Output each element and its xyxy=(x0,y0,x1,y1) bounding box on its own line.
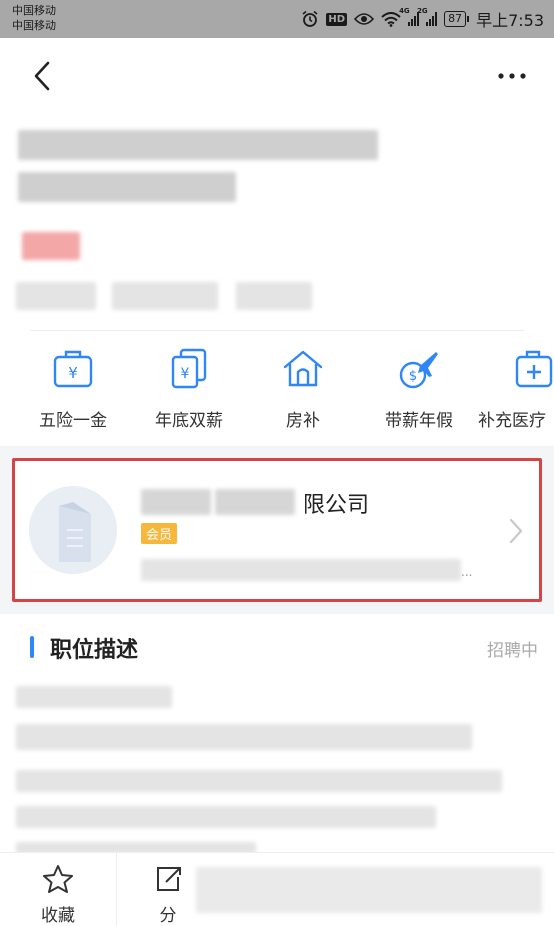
benefits-row: ¥ 五险一金 ¥ 年底双薪 房补 $ 带薪年假 补充医疗 xyxy=(0,346,554,436)
house-icon xyxy=(248,346,358,392)
company-card[interactable]: 限公司 会员 ... xyxy=(12,458,542,602)
carrier-2: 中国移动 xyxy=(12,19,56,32)
redacted-company-middle xyxy=(215,489,295,515)
benefit-item: ¥ 五险一金 xyxy=(18,346,128,436)
battery-icon: 87 xyxy=(444,11,470,27)
carrier-1: 中国移动 xyxy=(12,4,56,17)
bottom-divider xyxy=(116,853,117,926)
airplane-coin-icon: $ xyxy=(364,346,474,392)
redacted-bottom-actions xyxy=(196,867,542,913)
header-divider xyxy=(30,330,524,331)
benefit-item: 房补 xyxy=(248,346,358,436)
benefit-label: 带薪年假 xyxy=(385,411,453,431)
job-description-title: 职位描述 xyxy=(50,638,139,663)
nav-bar xyxy=(0,38,554,114)
redacted-salary xyxy=(22,232,80,260)
redacted-line xyxy=(16,686,172,708)
svg-text:$: $ xyxy=(409,369,417,384)
redacted-line xyxy=(16,770,502,792)
briefcase-yen-icon: ¥ xyxy=(18,346,128,392)
redacted-subtitle xyxy=(18,172,236,202)
star-icon xyxy=(18,863,98,895)
bottom-action-bar: 收藏 分 xyxy=(0,852,554,926)
wifi-icon xyxy=(381,11,401,27)
benefit-item: $ 带薪年假 xyxy=(364,346,474,436)
alarm-icon xyxy=(301,10,319,28)
hd-icon: HD xyxy=(326,12,348,26)
benefit-label: 年底双薪 xyxy=(155,411,223,431)
redacted-line xyxy=(16,724,472,750)
recruiting-status: 招聘中 xyxy=(487,641,538,661)
company-info-ellipsis: ... xyxy=(461,565,473,579)
company-logo xyxy=(29,486,117,574)
company-name: 限公司 xyxy=(303,493,370,518)
section-accent-bar xyxy=(30,636,34,658)
redacted-tag-3 xyxy=(236,282,312,310)
status-bar: 中国移动 中国移动 HD 4G 2G 87 早上7:53 xyxy=(0,0,554,38)
eye-icon xyxy=(354,12,375,26)
signal-2-icon: 2G xyxy=(417,7,438,26)
benefit-label: 五险一金 xyxy=(39,411,107,431)
benefit-item: ¥ 年底双薪 xyxy=(134,346,244,436)
svg-text:¥: ¥ xyxy=(181,366,190,382)
medical-kit-icon xyxy=(478,346,554,392)
carrier-labels: 中国移动 中国移动 xyxy=(12,3,56,33)
redacted-company-prefix xyxy=(141,489,211,515)
back-arrow-icon[interactable] xyxy=(26,58,62,94)
chevron-right-icon xyxy=(507,517,525,545)
more-options-icon[interactable] xyxy=(496,62,528,90)
redacted-tag-2 xyxy=(112,282,218,310)
status-icons: HD 4G 2G 87 早上7:53 xyxy=(301,6,544,32)
redacted-title xyxy=(18,130,378,160)
double-card-yen-icon: ¥ xyxy=(134,346,244,392)
member-badge: 会员 xyxy=(141,523,178,544)
svg-text:¥: ¥ xyxy=(68,364,78,382)
redacted-tag-1 xyxy=(16,282,96,310)
clock: 早上7:53 xyxy=(476,11,544,30)
benefit-label: 房补 xyxy=(286,411,320,431)
benefit-label: 补充医疗 xyxy=(478,411,546,431)
benefit-item: 补充医疗 xyxy=(478,346,554,436)
favorite-button[interactable]: 收藏 xyxy=(18,863,98,926)
redacted-line xyxy=(16,806,436,828)
redacted-company-info xyxy=(141,559,461,581)
favorite-label: 收藏 xyxy=(41,906,75,926)
